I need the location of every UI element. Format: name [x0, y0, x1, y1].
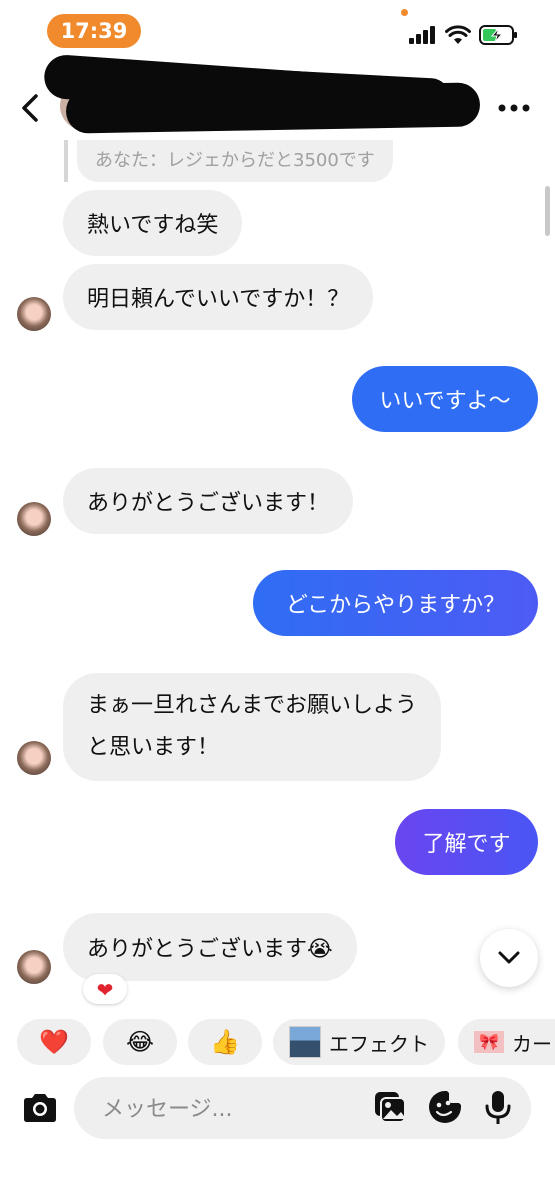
reply-quote: あなた：レジェからだと3500です [64, 140, 412, 182]
reply-quote-text: あなた：レジェからだと3500です [77, 140, 393, 182]
sender-avatar[interactable] [17, 741, 51, 775]
incoming-message[interactable]: ありがとうございます😭 [63, 913, 357, 981]
thumbs-up-icon: 👍 [210, 1028, 240, 1056]
scrollbar[interactable] [545, 186, 550, 236]
outgoing-message[interactable]: いいですよ〜 [352, 366, 538, 432]
laughing-face-icon: 😂 [125, 1028, 155, 1056]
sticker-icon[interactable] [426, 1088, 464, 1126]
quick-reaction-laugh[interactable]: 😂 [103, 1019, 177, 1065]
incoming-message[interactable]: 明日頼んでいいですか！？ [63, 264, 374, 330]
chevron-down-icon [498, 951, 520, 964]
status-icons [409, 22, 519, 48]
sender-avatar[interactable] [17, 297, 51, 331]
scroll-to-bottom-button[interactable] [480, 929, 538, 987]
chevron-left-icon[interactable] [16, 88, 46, 128]
incoming-message[interactable]: まぁ一旦れさんまでお願いしようと思います！ [63, 673, 441, 781]
gallery-icon[interactable] [371, 1088, 409, 1126]
incoming-message[interactable]: ありがとうございます！ [63, 468, 354, 534]
message-reaction[interactable]: ❤ [83, 974, 127, 1004]
battery-charging-icon [479, 25, 517, 45]
incoming-message[interactable]: 熱いですね笑 [63, 190, 243, 256]
sender-avatar[interactable] [17, 950, 51, 984]
status-time: 17:39 [47, 14, 141, 48]
more-horizontal-icon[interactable] [497, 102, 531, 114]
sender-avatar[interactable] [17, 502, 51, 536]
wifi-icon [445, 25, 471, 44]
microphone-icon[interactable] [479, 1088, 517, 1126]
camera-icon[interactable] [20, 1088, 60, 1128]
effect-thumbnail-icon [289, 1026, 321, 1058]
quick-reaction-bar: ❤️ 😂 👍 エフェクト 🎀 カー [17, 1019, 555, 1065]
privacy-indicator-dot [401, 9, 408, 16]
card-button[interactable]: 🎀 カー [458, 1019, 555, 1065]
quick-reaction-heart[interactable]: ❤️ [17, 1019, 91, 1065]
outgoing-message[interactable]: どこからやりますか？ [253, 570, 538, 636]
effects-button[interactable]: エフェクト [273, 1019, 445, 1065]
signal-icon [409, 26, 435, 44]
effects-label: エフェクト [329, 1031, 429, 1056]
gift-card-icon: 🎀 [474, 1031, 504, 1053]
message-input[interactable] [100, 1091, 354, 1127]
chat-header [0, 53, 555, 150]
card-label: カー [512, 1031, 552, 1056]
quick-reaction-thumbs-up[interactable]: 👍 [188, 1019, 262, 1065]
outgoing-message[interactable]: 了解です [395, 809, 538, 875]
heart-icon: ❤️ [39, 1028, 69, 1056]
